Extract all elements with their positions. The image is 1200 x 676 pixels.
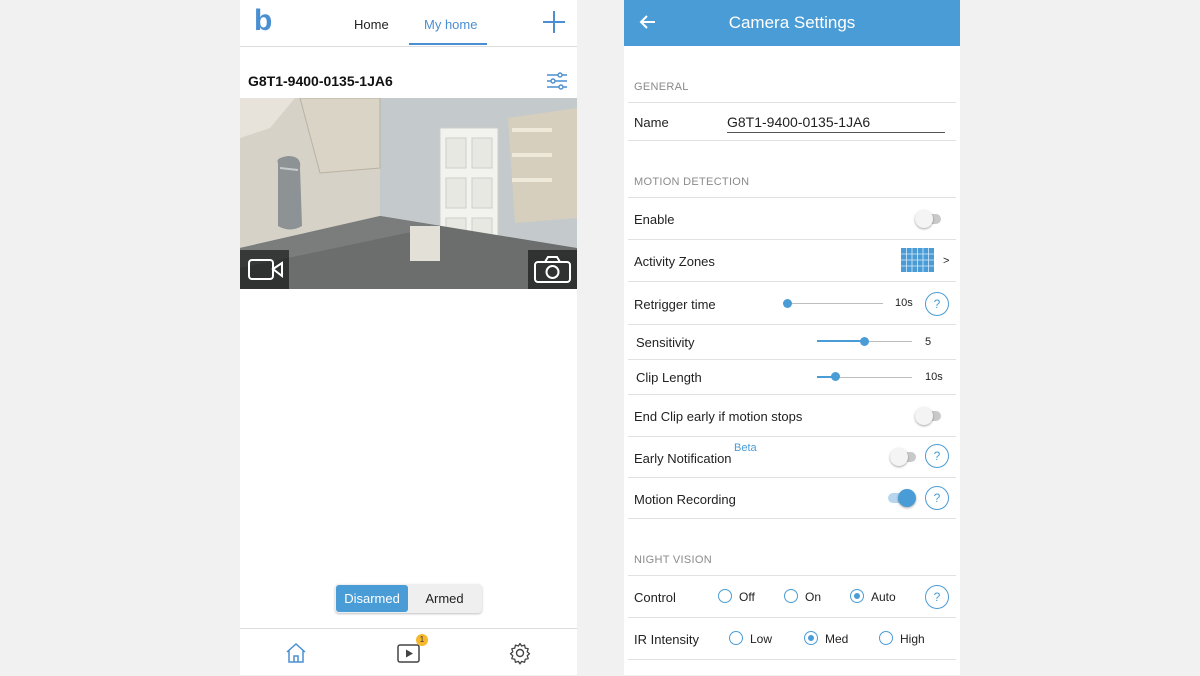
add-icon[interactable]	[542, 10, 566, 34]
divider	[628, 436, 956, 437]
end-clip-early-toggle[interactable]	[915, 407, 943, 425]
enable-toggle[interactable]	[915, 210, 943, 228]
ir-radio-high[interactable]	[879, 631, 893, 645]
camera-name-field[interactable]: G8T1-9400-0135-1JA6	[727, 114, 870, 130]
divider	[628, 394, 956, 395]
divider	[628, 617, 956, 618]
section-general: GENERAL	[634, 81, 689, 93]
settings-header: Camera Settings	[624, 0, 960, 46]
section-night-vision: NIGHT VISION	[634, 554, 712, 566]
beta-badge: Beta	[734, 442, 757, 454]
gear-icon[interactable]	[508, 641, 532, 665]
tab-my-home[interactable]: My home	[424, 17, 477, 32]
camera-icon	[534, 256, 571, 283]
early-notification-toggle[interactable]	[890, 448, 918, 466]
ir-radio-med[interactable]	[804, 631, 818, 645]
active-tab-indicator	[409, 43, 487, 45]
armed-button[interactable]: Armed	[408, 585, 481, 612]
tab-home[interactable]: Home	[354, 17, 389, 32]
help-icon[interactable]: ?	[925, 585, 949, 609]
divider	[628, 140, 956, 141]
retrigger-slider-track[interactable]	[787, 303, 883, 304]
sensitivity-value: 5	[925, 336, 932, 348]
control-radio-on[interactable]	[784, 589, 798, 603]
divider	[628, 197, 956, 198]
activity-zones-label: Activity Zones	[634, 254, 715, 269]
home-icon[interactable]	[284, 641, 308, 665]
kitchen-scene-image	[240, 98, 577, 289]
motion-recording-toggle[interactable]	[888, 489, 916, 507]
name-field-underline	[727, 132, 945, 133]
help-icon[interactable]: ?	[925, 486, 949, 510]
help-icon[interactable]: ?	[925, 292, 949, 316]
snapshot-button[interactable]	[528, 250, 577, 289]
enable-label: Enable	[634, 212, 675, 227]
retrigger-value: 10s	[895, 297, 913, 309]
ir-option-low: Low	[750, 632, 773, 646]
clip-length-value: 10s	[925, 371, 943, 383]
divider	[628, 324, 956, 325]
clips-count-badge: 1	[416, 634, 428, 646]
control-radio-auto[interactable]	[850, 589, 864, 603]
arm-disarm-toggle: Disarmed Armed	[335, 584, 482, 613]
page-title: Camera Settings	[728, 13, 856, 32]
camera-live-feed[interactable]	[240, 98, 577, 289]
record-video-button[interactable]	[240, 250, 289, 289]
divider	[628, 102, 956, 103]
video-camera-icon	[248, 259, 283, 280]
camera-name: G8T1-9400-0135-1JA6	[248, 73, 393, 89]
name-label: Name	[634, 115, 669, 130]
clip-length-label: Clip Length	[636, 370, 702, 385]
settings-sliders-icon[interactable]	[546, 72, 568, 90]
divider	[628, 518, 956, 519]
divider	[628, 359, 956, 360]
divider	[628, 477, 956, 478]
section-motion-detection: MOTION DETECTION	[634, 176, 750, 188]
retrigger-slider-knob[interactable]	[783, 299, 792, 308]
ir-option-high: High	[900, 632, 925, 646]
camera-settings-screen: Camera Settings GENERAL Name G8T1-9400-0…	[624, 0, 960, 675]
retrigger-time-label: Retrigger time	[634, 297, 716, 312]
bottom-navigation: 1	[240, 628, 577, 676]
end-clip-early-label: End Clip early if motion stops	[634, 409, 803, 424]
divider	[628, 239, 956, 240]
clip-length-slider-knob[interactable]	[831, 372, 840, 381]
divider	[628, 281, 956, 282]
motion-recording-label: Motion Recording	[634, 492, 736, 507]
ir-radio-low[interactable]	[729, 631, 743, 645]
top-bar: b Home My home	[240, 0, 577, 47]
ir-intensity-label: IR Intensity	[634, 632, 700, 647]
sensitivity-slider-fill	[817, 340, 864, 342]
control-option-off: Off	[739, 590, 755, 604]
ir-option-med: Med	[825, 632, 849, 646]
early-notification-label: Early Notification	[634, 451, 732, 466]
control-option-on: On	[805, 590, 822, 604]
chevron-right-icon[interactable]: >	[943, 255, 949, 267]
help-icon[interactable]: ?	[925, 444, 949, 468]
grid-icon[interactable]	[901, 248, 934, 272]
sensitivity-label: Sensitivity	[636, 335, 695, 350]
sensitivity-slider-knob[interactable]	[860, 337, 869, 346]
divider	[628, 659, 956, 660]
control-radio-off[interactable]	[718, 589, 732, 603]
disarmed-button[interactable]: Disarmed	[336, 585, 408, 612]
brand-logo: b	[254, 4, 273, 37]
control-label: Control	[634, 590, 676, 605]
divider	[628, 575, 956, 576]
home-screen: b Home My home G8T1-9400-0135-1JA6 Disar…	[240, 0, 577, 675]
control-option-auto: Auto	[871, 590, 896, 604]
